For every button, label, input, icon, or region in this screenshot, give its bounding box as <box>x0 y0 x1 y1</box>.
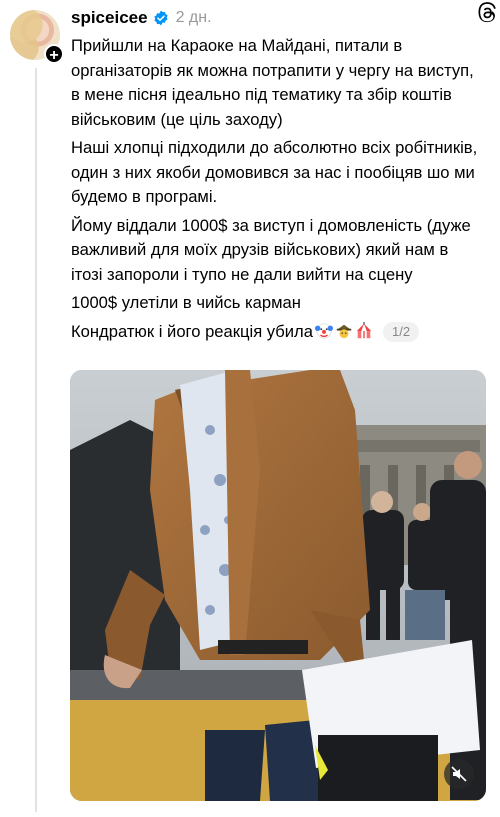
media-counter: 1/2 <box>382 321 420 342</box>
video-preview[interactable] <box>70 370 486 801</box>
detective-emoji <box>336 324 352 338</box>
post-paragraph: Кондратюк і його реакція убила <box>71 321 313 341</box>
video-frame <box>70 370 486 801</box>
post-paragraph: Йому віддали 1000$ за виступ і домовлені… <box>71 215 471 284</box>
post-header: spiceicee 2 дн. <box>71 6 490 30</box>
speaker-muted-glyph <box>451 766 467 782</box>
threads-logo-icon[interactable] <box>476 2 498 24</box>
post-paragraph: Прийшли на Караоке на Майдані, питали в … <box>71 36 474 129</box>
thread-line <box>35 68 37 812</box>
speaker-muted-icon[interactable] <box>444 759 474 789</box>
username[interactable]: spiceicee <box>71 8 148 28</box>
post-last-line: Кондратюк і його реакція убила 1/2 <box>71 320 481 345</box>
verified-badge-icon <box>153 10 168 26</box>
avatar-container[interactable]: + <box>10 10 64 64</box>
post-time: 2 дн. <box>175 9 212 26</box>
clown-face-emoji <box>314 322 333 339</box>
post-paragraph: Наші хлопці підходили до абсолютно всіх … <box>71 138 478 206</box>
post-paragraph: 1000$ улетіли в чийсь карман <box>71 293 301 312</box>
circus-tent-emoji <box>356 321 372 338</box>
post-text: Прийшли на Караоке на Майдані, питали в … <box>71 34 481 348</box>
plus-icon[interactable]: + <box>44 44 64 64</box>
